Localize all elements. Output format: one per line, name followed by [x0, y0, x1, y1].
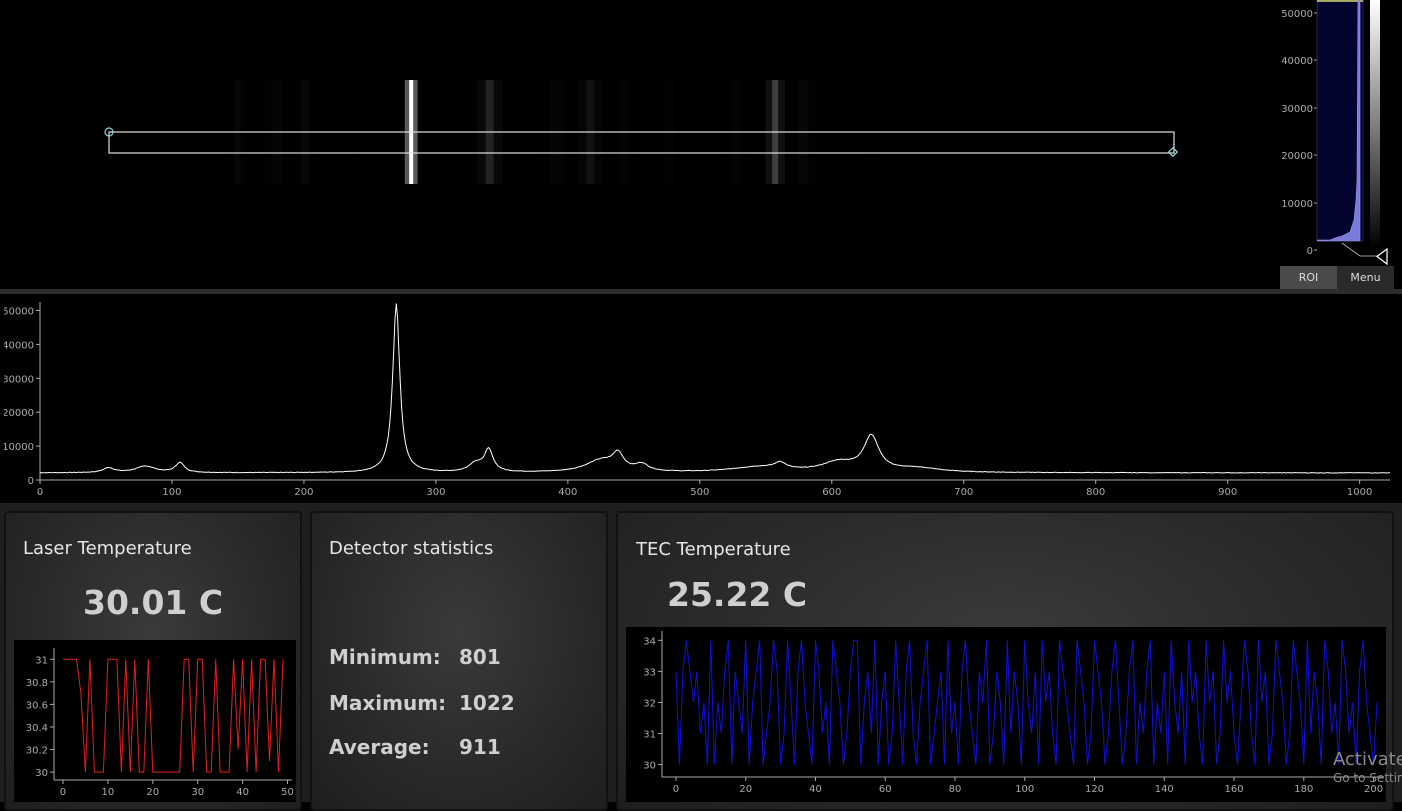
series-line [39, 303, 1391, 474]
lut-gradient-bar[interactable] [1370, 0, 1380, 248]
x-tick-label: 30 [191, 787, 204, 798]
y-tick-label: 30.6 [26, 700, 48, 711]
x-tick-label: 40 [809, 784, 822, 795]
spectrum-plot-view[interactable]: 0 100 200 300 400 500 600 700 800 900 1000 0 10000 20… [2, 294, 1394, 503]
x-tick-label: 100 [162, 487, 181, 498]
y-tick-label: 30 [643, 761, 656, 772]
x-tick-label: 0 [60, 787, 66, 798]
x-tick-label: 600 [822, 487, 841, 498]
histogram-tick-label: 30000 [1281, 104, 1313, 115]
spectrum-chart: 0 100 200 300 400 500 600 700 800 900 100001000020… [2, 302, 1391, 498]
x-tick-label: 10 [102, 787, 115, 798]
detector-image [4, 0, 1280, 289]
x-tick-label: 700 [954, 487, 973, 498]
x-tick-label: 140 [1155, 784, 1174, 795]
x-tick-label: 20 [146, 787, 159, 798]
maximum-value: 1022 [459, 691, 515, 715]
histogram-plot: 50000 40000 30000 20000 10000 0 [1281, 0, 1388, 266]
y-tick-label: 30.4 [26, 723, 48, 734]
y-tick-label: 40000 [4, 340, 34, 351]
y-tick-label: 31 [643, 730, 656, 741]
y-tick-label: 30 [35, 768, 48, 779]
maximum-label: Maximum: [329, 691, 447, 715]
detector-statistics-title: Detector statistics [329, 538, 494, 559]
laser-temperature-value: 30.01 C [83, 583, 224, 622]
x-tick-label: 300 [426, 487, 445, 498]
histogram-tick-label: 50000 [1281, 9, 1313, 20]
tec-temperature-value: 25.22 C [667, 575, 808, 614]
x-tick-label: 200 [294, 487, 313, 498]
histogram-axis: 50000 40000 30000 20000 10000 0 [1281, 9, 1317, 257]
x-tick-label: 0 [37, 487, 43, 498]
x-tick-label: 1000 [1347, 487, 1372, 498]
watermark-line2: Go to Settings to activate Windows. [1333, 771, 1402, 785]
lut-min-handle-icon[interactable] [1376, 247, 1388, 266]
x-tick-label: 0 [673, 784, 679, 795]
y-tick-label: 30.2 [26, 746, 48, 757]
tec-temperature-title: TEC Temperature [636, 539, 791, 560]
y-tick-label: 10000 [4, 442, 34, 453]
x-tick-label: 40 [236, 787, 249, 798]
roi-button[interactable]: ROI [1280, 266, 1337, 289]
laser-temperature-card: Laser Temperature 30.01 C 0 10 20 30 40 50 30 3… [4, 511, 302, 811]
histogram-tick-label: 10000 [1281, 199, 1313, 210]
y-tick-label: 32 [643, 698, 656, 709]
x-tick-label: 800 [1086, 487, 1105, 498]
menu-button[interactable]: Menu [1337, 266, 1394, 289]
x-tick-label: 100 [1015, 784, 1034, 795]
x-tick-label: 80 [949, 784, 962, 795]
x-tick-label: 900 [1218, 487, 1237, 498]
x-tick-label: 60 [879, 784, 892, 795]
activate-windows-watermark: Activate Windows Go to Settings to activ… [1333, 750, 1402, 802]
minimum-label: Minimum: [329, 645, 441, 669]
histogram-tick-label: 0 [1307, 246, 1313, 257]
y-tick-label: 20000 [4, 408, 34, 419]
y-tick-label: 0 [28, 476, 34, 487]
laser-temperature-title: Laser Temperature [23, 538, 192, 559]
histogram-tick-label: 40000 [1281, 56, 1313, 67]
y-tick-label: 50000 [4, 306, 34, 317]
y-tick-label: 30000 [4, 374, 34, 385]
histogram-lut-panel[interactable]: 50000 40000 30000 20000 10000 0 [1280, 0, 1402, 289]
x-tick-label: 500 [690, 487, 709, 498]
average-label: Average: [329, 735, 430, 759]
x-tick-label: 400 [558, 487, 577, 498]
laser-temperature-chart[interactable]: 0 10 20 30 40 50 30 30.2 30.4 30.6 30.8 31 [14, 640, 296, 802]
histogram-tick-label: 20000 [1281, 151, 1313, 162]
y-tick-label: 30.8 [26, 678, 48, 689]
average-value: 911 [459, 735, 501, 759]
tec-temperature-card: TEC Temperature 25.22 C 0 20 40 60 80 100 120 1… [616, 511, 1394, 811]
x-tick-label: 120 [1085, 784, 1104, 795]
y-tick-label: 31 [35, 655, 48, 666]
x-tick-label: 20 [739, 784, 752, 795]
y-tick-label: 33 [643, 667, 656, 678]
detector-statistics-card: Detector statistics Minimum: 801 Maximum… [310, 511, 608, 811]
x-tick-label: 180 [1294, 784, 1313, 795]
tec-temperature-chart[interactable]: 0 20 40 60 80 100 120 140 160 180 2003031323334 [626, 627, 1386, 802]
x-tick-label: 50 [281, 787, 294, 798]
histogram-button-row: ROI Menu [1280, 266, 1394, 289]
minimum-value: 801 [459, 645, 501, 669]
x-tick-label: 160 [1224, 784, 1243, 795]
y-tick-label: 34 [643, 636, 656, 647]
watermark-line1: Activate Windows [1333, 750, 1402, 770]
detector-image-view[interactable] [4, 0, 1280, 289]
